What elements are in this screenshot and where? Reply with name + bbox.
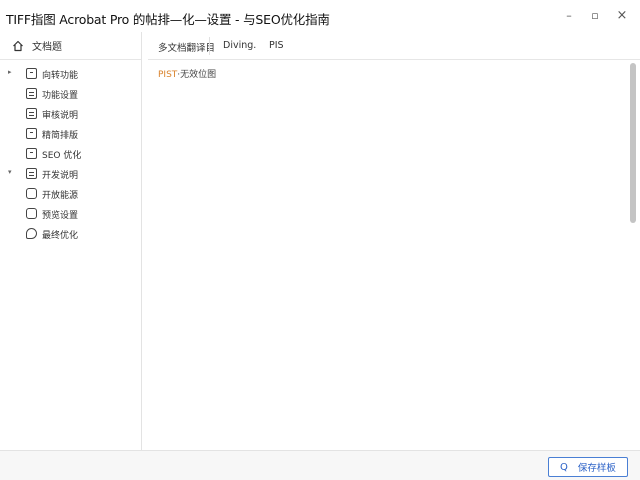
vertical-scrollbar[interactable] — [628, 60, 638, 450]
collapse-arrow-icon[interactable]: ▾ — [8, 168, 16, 176]
content-area: PIST·无效位图 — [148, 60, 628, 450]
close-button[interactable]: × — [609, 5, 635, 25]
sidebar-header[interactable]: 文档题 — [0, 32, 141, 60]
sidebar-item-2[interactable]: 功能设置 — [0, 84, 141, 104]
title-bar: TIFF指图 Acrobat Pro 的帖排—化—设置 - 与SEO优化指南 –… — [0, 0, 640, 32]
doc-icon — [26, 68, 37, 79]
doc-icon — [26, 148, 37, 159]
sidebar-item-7[interactable]: 开放能源 — [0, 184, 141, 204]
doc-icon — [26, 128, 37, 139]
sidebar-item-label: 开放能源 — [42, 191, 79, 201]
list-icon — [26, 108, 37, 119]
sidebar-item-3[interactable]: 审核说明 — [0, 104, 141, 124]
tab-pis[interactable]: PIS — [269, 40, 284, 51]
sidebar-item-1[interactable]: ▸ 向转功能 — [0, 64, 141, 84]
list-icon — [26, 168, 37, 179]
footer-bar: Q 保存样板 — [0, 450, 640, 480]
card-icon — [26, 208, 37, 219]
list-icon — [26, 88, 37, 99]
sidebar-item-8[interactable]: 预览设置 — [0, 204, 141, 224]
toolbar-divider — [209, 37, 210, 55]
maximize-icon: ▫ — [591, 8, 599, 22]
maximize-button[interactable]: ▫ — [582, 5, 608, 25]
card-icon — [26, 188, 37, 199]
sidebar-item-label: 功能设置 — [42, 91, 79, 101]
save-template-button[interactable]: Q 保存样板 — [548, 457, 628, 477]
tab-diving[interactable]: Diving. — [223, 40, 256, 51]
save-template-label: 保存样板 — [577, 463, 616, 474]
minimize-icon: – — [566, 8, 572, 22]
close-icon: × — [616, 7, 628, 23]
sidebar-item-label: 向转功能 — [42, 71, 79, 81]
content-line: PIST·无效位图 — [158, 67, 216, 80]
tab-multi-doc[interactable]: 多文档翻译目 — [158, 40, 215, 54]
home-icon — [13, 40, 23, 51]
sidebar-item-label: 开发说明 — [42, 171, 79, 181]
sidebar-item-label: 精简排版 — [42, 131, 79, 141]
sidebar-item-9[interactable]: 最终优化 — [0, 224, 141, 244]
search-icon: Q — [560, 461, 568, 473]
leaf-icon — [26, 228, 37, 239]
sidebar-header-label: 文档题 — [32, 42, 62, 53]
sidebar: 文档题 ▸ 向转功能 功能设置 审核说明 精简排版 SEO 优化 ▾ 开发说明 — [0, 32, 142, 450]
sidebar-item-label: 审核说明 — [42, 111, 79, 121]
sidebar-item-5[interactable]: SEO 优化 — [0, 144, 141, 164]
sidebar-item-label: 最终优化 — [42, 231, 79, 241]
expand-arrow-icon[interactable]: ▸ — [8, 68, 16, 76]
window-title: TIFF指图 Acrobat Pro 的帖排—化—设置 - 与SEO优化指南 — [6, 12, 330, 27]
sidebar-item-6[interactable]: ▾ 开发说明 — [0, 164, 141, 184]
toolbar: 多文档翻译目 Diving. PIS — [148, 32, 640, 60]
sidebar-list: ▸ 向转功能 功能设置 审核说明 精简排版 SEO 优化 ▾ 开发说明 开放能源 — [0, 60, 141, 244]
sidebar-item-label: SEO 优化 — [42, 151, 82, 161]
content-highlight-text: PIST — [158, 70, 178, 80]
scrollbar-thumb[interactable] — [630, 63, 636, 223]
content-text: ·无效位图 — [177, 70, 217, 80]
sidebar-item-4[interactable]: 精简排版 — [0, 124, 141, 144]
sidebar-item-label: 预览设置 — [42, 211, 79, 221]
minimize-button[interactable]: – — [556, 5, 582, 25]
